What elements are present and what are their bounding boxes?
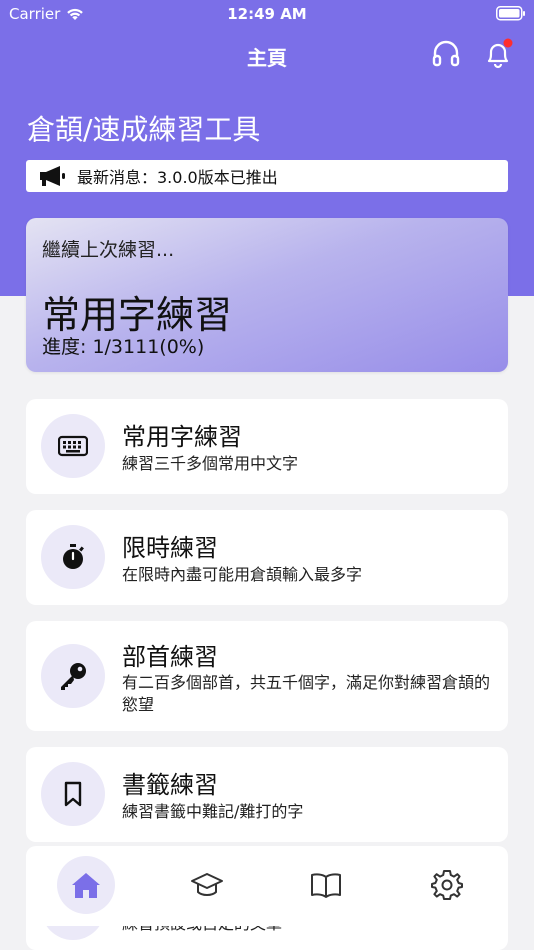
menu-desc: 練習三千多個常用中文字: [122, 454, 299, 473]
menu-title: 常用字練習: [122, 423, 242, 451]
menu-desc: 在限時內盡可能用倉頡輸入最多字: [122, 565, 363, 584]
bell-icon[interactable]: [482, 38, 514, 70]
resume-practice-card[interactable]: 繼續上次練習... 常用字練習 進度: 1/3111(0%): [26, 218, 508, 372]
tab-learn[interactable]: [178, 856, 236, 914]
resume-title: 常用字練習: [42, 293, 233, 337]
stopwatch-icon: [63, 544, 84, 569]
tab-library[interactable]: [297, 856, 355, 914]
key-icon: [61, 663, 86, 690]
graduation-cap-icon: [191, 873, 223, 896]
battery-icon: [496, 6, 525, 21]
tab-home[interactable]: [57, 856, 115, 914]
app-title: 倉頡/速成練習工具: [27, 113, 261, 146]
resume-progress: 進度: 1/3111(0%): [42, 336, 205, 358]
home-icon: [72, 873, 100, 898]
megaphone-icon: [40, 166, 65, 186]
menu-desc: 有二百多個部首，共五千個字，滿足你對練習倉頡的慾望: [122, 673, 491, 714]
news-banner[interactable]: 最新消息：3.0.0版本已推出: [26, 160, 508, 192]
gear-icon: [431, 870, 463, 900]
news-text: 最新消息：3.0.0版本已推出: [77, 168, 278, 187]
menu-item-common-words[interactable]: 常用字練習 練習三千多個常用中文字: [26, 399, 508, 494]
menu-icon-circle: [41, 414, 105, 478]
menu-title: 部首練習: [122, 643, 218, 671]
menu-title: 限時練習: [122, 534, 218, 562]
headphones-icon[interactable]: [430, 38, 462, 70]
book-icon: [311, 873, 341, 898]
tab-settings[interactable]: [418, 856, 476, 914]
menu-item-timed[interactable]: 限時練習 在限時內盡可能用倉頡輸入最多字: [26, 510, 508, 605]
bookmark-icon: [64, 781, 82, 807]
keyboard-icon: [58, 435, 88, 457]
menu-icon-circle: [41, 525, 105, 589]
menu-item-bookmarks[interactable]: 書籤練習 練習書籤中難記/難打的字: [26, 747, 508, 842]
menu-desc: 練習書籤中難記/難打的字: [122, 802, 304, 821]
menu-icon-circle: [41, 644, 105, 708]
notification-badge: [503, 38, 513, 48]
clock: 12:49 AM: [227, 5, 307, 23]
menu-icon-circle: [41, 762, 105, 826]
status-bar: Carrier 12:49 AM: [0, 0, 534, 28]
menu-item-radicals[interactable]: 部首練習 有二百多個部首，共五千個字，滿足你對練習倉頡的慾望: [26, 621, 508, 731]
tab-bar: [26, 846, 508, 926]
resume-caption: 繼續上次練習...: [42, 239, 175, 261]
menu-title: 書籤練習: [122, 771, 218, 799]
